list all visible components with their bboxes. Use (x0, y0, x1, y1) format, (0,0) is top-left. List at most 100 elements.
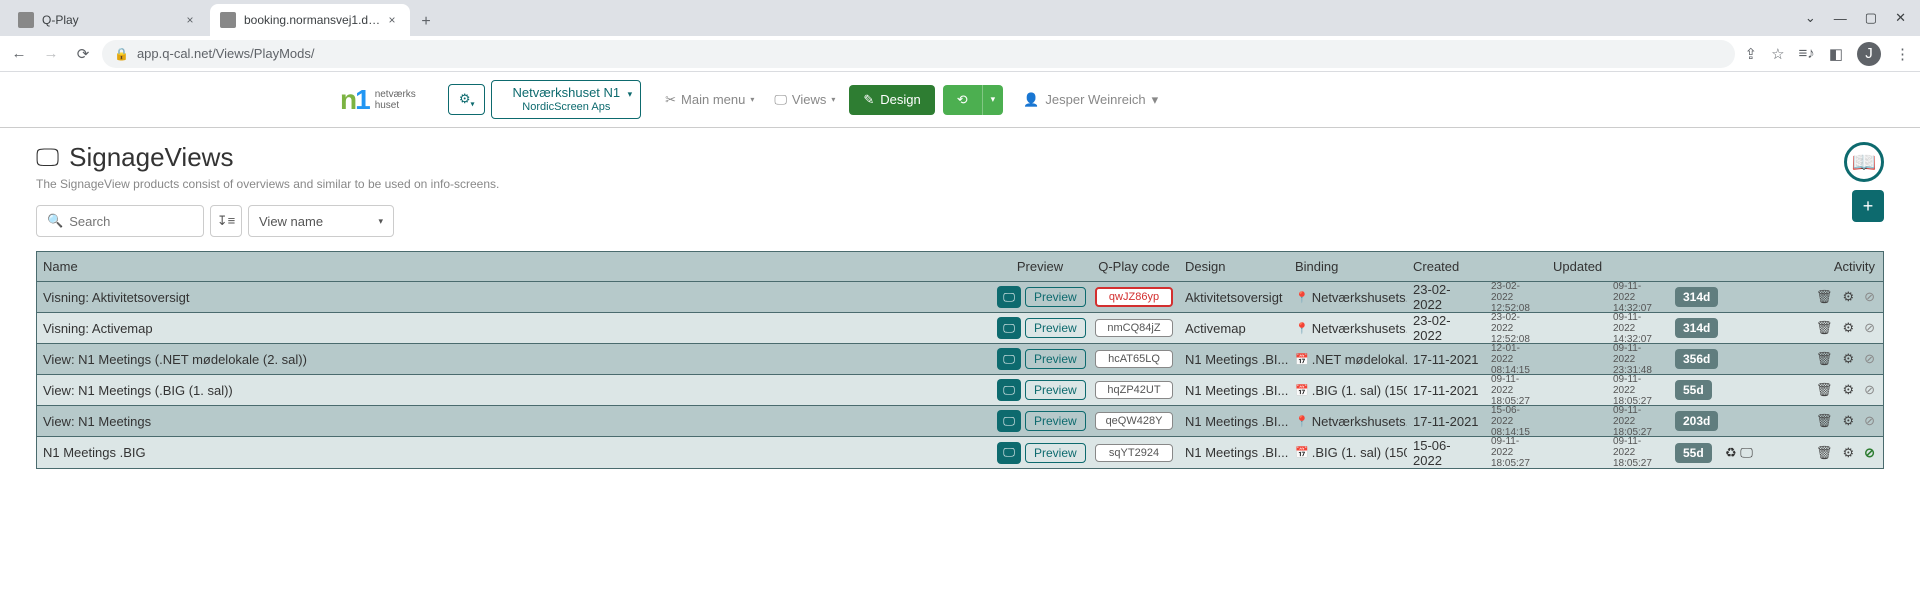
chevron-down-icon: ▾ (1152, 92, 1159, 108)
refresh-dropdown[interactable]: ▾ (982, 85, 1004, 115)
add-button[interactable]: + (1852, 190, 1884, 222)
qplay-code-button[interactable]: nmCQ84jZ (1095, 319, 1173, 337)
cell-design: N1 Meetings .BI... (1179, 352, 1289, 367)
delete-icon[interactable]: 🗑 (1816, 320, 1833, 336)
chevron-down-icon: ▾ (750, 95, 754, 104)
delete-icon[interactable]: 🗑 (1816, 413, 1833, 429)
settings-button[interactable]: ⚙▾ (448, 84, 486, 116)
delete-icon[interactable]: 🗑 (1816, 445, 1833, 461)
qplay-code-button[interactable]: qwJZ86yp (1095, 287, 1173, 307)
qplay-code-button[interactable]: qeQW428Y (1095, 412, 1173, 430)
org-selector[interactable]: Netværkshuset N1 NordicScreen Aps ▾ (491, 80, 641, 119)
preview-icon-button[interactable]: 🖵 (997, 379, 1021, 401)
table-row: Visning: Activemap🖵PreviewnmCQ84jZActive… (37, 313, 1883, 344)
preview-button[interactable]: Preview (1025, 443, 1086, 463)
cell-design: N1 Meetings .BI... (1179, 445, 1289, 460)
preview-button[interactable]: Preview (1025, 287, 1086, 307)
qplay-code-button[interactable]: sqYT2924 (1095, 444, 1173, 462)
address-bar: ← → ⟳ 🔒 app.q-cal.net/Views/PlayMods/ ⇪ … (0, 36, 1920, 72)
new-tab-button[interactable]: + (412, 8, 440, 36)
preview-button[interactable]: Preview (1025, 318, 1086, 338)
preview-icon-button[interactable]: 🖵 (997, 410, 1021, 432)
status-icon[interactable]: ⊘ (1864, 382, 1875, 398)
search-input[interactable] (69, 214, 193, 229)
preview-icon-button[interactable]: 🖵 (997, 286, 1021, 308)
plus-icon: + (1863, 196, 1874, 217)
sidepanel-icon[interactable]: ◧ (1829, 45, 1843, 63)
cell-design: Aktivitetsoversigt (1179, 290, 1289, 305)
age-badge: 55d (1675, 380, 1712, 400)
help-button[interactable]: 📖 (1844, 142, 1884, 182)
gear-icon[interactable]: ⚙ (1842, 351, 1854, 367)
status-icon[interactable]: ⊘ (1864, 289, 1875, 305)
minimize-icon[interactable]: — (1834, 11, 1847, 26)
preview-button[interactable]: Preview (1025, 380, 1086, 400)
delete-icon[interactable]: 🗑 (1816, 382, 1833, 398)
reload-icon[interactable]: ⟳ (74, 45, 92, 63)
preview-icon-button[interactable]: 🖵 (997, 317, 1021, 339)
gear-icon[interactable]: ⚙ (1842, 382, 1854, 398)
url-field[interactable]: 🔒 app.q-cal.net/Views/PlayMods/ (102, 40, 1735, 68)
gear-icon[interactable]: ⚙ (1842, 289, 1854, 305)
binding-icon: 📍 (1295, 322, 1309, 335)
table-row: View: N1 Meetings (.BIG (1. sal))🖵Previe… (37, 375, 1883, 406)
refresh-button[interactable]: ⟲ (943, 85, 982, 115)
logo-mark: n1 (340, 84, 369, 116)
cell-created-ts: 09-11-202218:05:27 (1485, 374, 1547, 407)
menu-icon[interactable]: ⋮ (1895, 45, 1910, 63)
preview-icon-button[interactable]: 🖵 (997, 348, 1021, 370)
cell-actions: 🗑 ⚙ ⊘ (1767, 351, 1883, 367)
playlist-icon[interactable]: ≡♪ (1799, 45, 1815, 62)
status-icon[interactable]: ⊘ (1864, 445, 1875, 461)
share-icon[interactable]: ⇪ (1745, 45, 1758, 63)
gear-icon[interactable]: ⚙ (1842, 320, 1854, 336)
preview-icon-button[interactable]: 🖵 (997, 442, 1021, 464)
profile-avatar[interactable]: J (1857, 42, 1881, 66)
table-row: N1 Meetings .BIG🖵PreviewsqYT2924N1 Meeti… (37, 437, 1883, 468)
qplay-code-button[interactable]: hcAT65LQ (1095, 350, 1173, 368)
preview-button[interactable]: Preview (1025, 349, 1086, 369)
back-icon[interactable]: ← (10, 45, 28, 63)
preview-button[interactable]: Preview (1025, 411, 1086, 431)
cell-badge: 314d (1669, 287, 1719, 307)
chevron-down-icon: ▾ (831, 95, 835, 104)
cell-name: View: N1 Meetings (.NET mødelokale (2. s… (37, 352, 991, 367)
user-menu[interactable]: 👤 Jesper Weinreich ▾ (1023, 92, 1158, 108)
close-icon[interactable]: × (182, 13, 198, 27)
cell-code: hcAT65LQ (1089, 350, 1179, 368)
status-icon[interactable]: ⊘ (1864, 320, 1875, 336)
chevron-down-icon[interactable]: ⌄ (1805, 10, 1816, 26)
binding-icon: 📅 (1295, 353, 1309, 366)
forward-icon[interactable]: → (42, 45, 60, 63)
status-icon[interactable]: ⊘ (1864, 351, 1875, 367)
cell-binding: 📅.BIG (1. sal) (150) (1289, 445, 1407, 460)
delete-icon[interactable]: 🗑 (1816, 351, 1833, 367)
gear-icon[interactable]: ⚙ (1842, 413, 1854, 429)
gear-icon[interactable]: ⚙ (1842, 445, 1854, 461)
sort-select[interactable]: View name ▾ (248, 205, 394, 237)
design-icon: ✎ (863, 92, 874, 108)
star-icon[interactable]: ☆ (1771, 45, 1784, 63)
browser-tab[interactable]: Q-Play × (8, 4, 208, 36)
views-link[interactable]: 🖵 Views ▾ (768, 88, 841, 112)
main-menu-link[interactable]: ✂ Main menu ▾ (659, 88, 760, 112)
app-header: n1 netværks huset ⚙▾ Netværkshuset N1 No… (0, 72, 1920, 128)
maximize-icon[interactable]: ▢ (1865, 10, 1877, 26)
delete-icon[interactable]: 🗑 (1816, 289, 1833, 305)
cell-design: N1 Meetings .BI... (1179, 383, 1289, 398)
cell-design: N1 Meetings .BI... (1179, 414, 1289, 429)
monitor-icon: 🖵 (774, 92, 787, 108)
chevron-down-icon: ▾ (378, 216, 383, 227)
cell-created-ts: 12-01-202208:14:15 (1485, 343, 1547, 376)
binding-icon: 📅 (1295, 446, 1309, 459)
browser-tab-active[interactable]: booking.normansvej1.dk - Displa × (210, 4, 410, 36)
close-window-icon[interactable]: ✕ (1895, 10, 1906, 26)
search-box[interactable]: 🔍 (36, 205, 204, 237)
design-button[interactable]: ✎ Design (849, 85, 934, 115)
cell-name: Visning: Aktivitetsoversigt (37, 290, 991, 305)
sort-button[interactable]: ↧≡ (210, 205, 242, 237)
qplay-code-button[interactable]: hqZP42UT (1095, 381, 1173, 399)
close-icon[interactable]: × (384, 13, 400, 27)
table-row: View: N1 Meetings🖵PreviewqeQW428YN1 Meet… (37, 406, 1883, 437)
status-icon[interactable]: ⊘ (1864, 413, 1875, 429)
